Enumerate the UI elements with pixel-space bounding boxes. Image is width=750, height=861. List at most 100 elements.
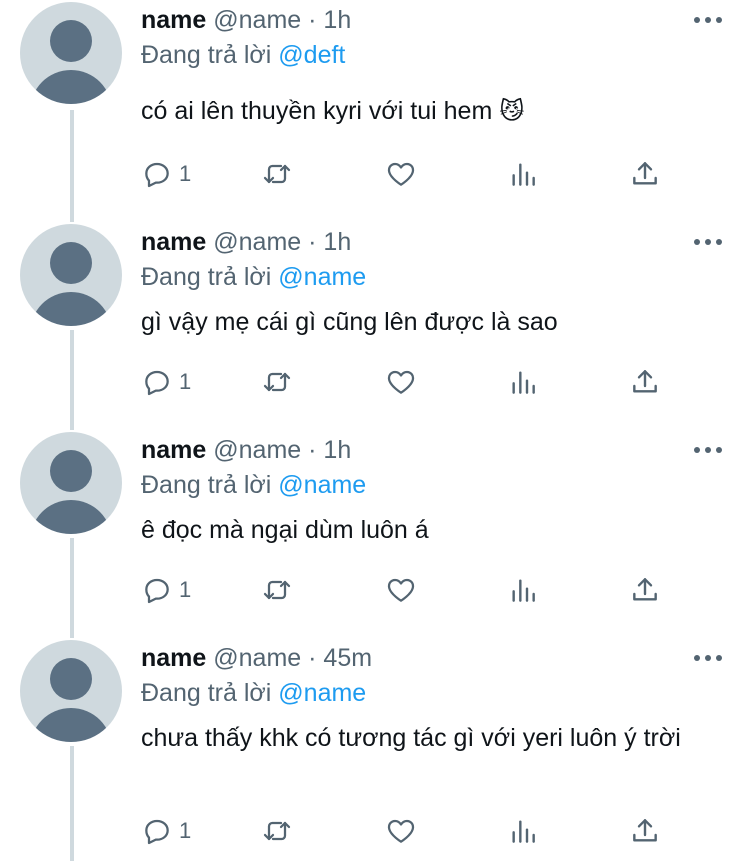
reply-button[interactable]: 1 bbox=[141, 573, 191, 607]
username[interactable]: @name bbox=[213, 436, 301, 464]
reply-count: 1 bbox=[179, 161, 192, 186]
retweet-button[interactable] bbox=[261, 814, 293, 848]
heart-icon bbox=[387, 819, 415, 843]
tweet-text-content: gì vậy mẹ cái gì cũng lên được là sao bbox=[141, 308, 558, 336]
timestamp[interactable]: 45m bbox=[323, 644, 372, 672]
more-icon[interactable] bbox=[694, 232, 722, 252]
default-avatar-icon[interactable] bbox=[20, 224, 122, 326]
share-button[interactable] bbox=[629, 573, 661, 607]
reply-count: 1 bbox=[179, 369, 192, 394]
share-button[interactable] bbox=[629, 814, 661, 848]
tweet-text: có ai lên thuyền kyri với tui hem 😼 bbox=[141, 95, 731, 128]
retweet-icon bbox=[263, 821, 291, 841]
retweet-button[interactable] bbox=[261, 365, 293, 399]
reply-icon bbox=[145, 578, 169, 604]
replying-prefix: Đang trả lời bbox=[141, 41, 272, 69]
username[interactable]: @name bbox=[213, 6, 301, 34]
tweet-text: gì vậy mẹ cái gì cũng lên được là sao bbox=[141, 306, 731, 339]
share-icon bbox=[633, 162, 657, 185]
tweet-actions: 1 bbox=[141, 365, 671, 399]
tweet-actions: 1 bbox=[141, 573, 671, 607]
share-icon bbox=[633, 578, 657, 601]
retweet-icon bbox=[263, 372, 291, 392]
share-icon bbox=[633, 370, 657, 393]
reply-button[interactable]: 1 bbox=[141, 157, 191, 191]
analytics-icon bbox=[512, 579, 535, 602]
like-button[interactable] bbox=[385, 365, 417, 399]
more-icon[interactable] bbox=[694, 440, 722, 460]
mention-link[interactable]: @name bbox=[278, 471, 366, 499]
heart-icon bbox=[387, 162, 415, 186]
display-name[interactable]: name bbox=[141, 228, 206, 256]
mention-link[interactable]: @name bbox=[278, 679, 366, 707]
analytics-button[interactable] bbox=[507, 814, 539, 848]
tweet[interactable]: name @name · 1h Đang trả lời @name gì vậ… bbox=[0, 222, 750, 422]
more-icon[interactable] bbox=[694, 648, 722, 668]
default-avatar-icon[interactable] bbox=[20, 2, 122, 104]
like-button[interactable] bbox=[385, 814, 417, 848]
reply-icon bbox=[145, 370, 169, 396]
tweet-header: name @name · 1h bbox=[141, 226, 351, 258]
tweet-header: name @name · 45m bbox=[141, 642, 372, 674]
like-button[interactable] bbox=[385, 573, 417, 607]
separator-dot: · bbox=[308, 436, 317, 464]
mention-link[interactable]: @name bbox=[278, 263, 366, 291]
analytics-icon bbox=[512, 820, 535, 843]
cat-emoji: 😼 bbox=[499, 98, 525, 125]
analytics-button[interactable] bbox=[507, 365, 539, 399]
timestamp[interactable]: 1h bbox=[323, 228, 351, 256]
tweet[interactable]: name @name · 1h Đang trả lời @name ê đọc… bbox=[0, 430, 750, 630]
reply-count: 1 bbox=[179, 818, 192, 843]
timestamp[interactable]: 1h bbox=[323, 6, 351, 34]
analytics-button[interactable] bbox=[507, 157, 539, 191]
tweet-header: name @name · 1h bbox=[141, 434, 351, 466]
share-icon bbox=[633, 819, 657, 842]
separator-dot: · bbox=[308, 228, 317, 256]
display-name[interactable]: name bbox=[141, 436, 206, 464]
heart-icon bbox=[387, 370, 415, 394]
analytics-button[interactable] bbox=[507, 573, 539, 607]
tweet[interactable]: name @name · 45m Đang trả lời @name chưa… bbox=[0, 638, 750, 861]
replying-prefix: Đang trả lời bbox=[141, 471, 272, 499]
retweet-button[interactable] bbox=[261, 157, 293, 191]
username[interactable]: @name bbox=[213, 644, 301, 672]
reply-icon bbox=[145, 819, 169, 845]
tweet-actions: 1 bbox=[141, 814, 671, 848]
default-avatar-icon[interactable] bbox=[20, 432, 122, 534]
tweet-text: ê đọc mà ngại dùm luôn á bbox=[141, 514, 731, 547]
tweet-header: name @name · 1h bbox=[141, 4, 351, 36]
tweet[interactable]: name @name · 1h Đang trả lời @deft có ai… bbox=[0, 0, 750, 215]
analytics-icon bbox=[512, 371, 535, 394]
replying-to: Đang trả lời @name bbox=[141, 677, 366, 709]
separator-dot: · bbox=[308, 644, 317, 672]
replying-prefix: Đang trả lời bbox=[141, 263, 272, 291]
tweet-text-content: chưa thấy khk có tương tác gì với yeri l… bbox=[141, 724, 681, 752]
replying-to: Đang trả lời @name bbox=[141, 469, 366, 501]
share-button[interactable] bbox=[629, 157, 661, 191]
tweet-actions: 1 bbox=[141, 157, 671, 191]
heart-icon bbox=[387, 578, 415, 602]
username[interactable]: @name bbox=[213, 228, 301, 256]
analytics-icon bbox=[512, 163, 535, 186]
display-name[interactable]: name bbox=[141, 6, 206, 34]
timestamp[interactable]: 1h bbox=[323, 436, 351, 464]
retweet-icon bbox=[263, 164, 291, 184]
default-avatar-icon[interactable] bbox=[20, 640, 122, 742]
retweet-button[interactable] bbox=[261, 573, 293, 607]
reply-button[interactable]: 1 bbox=[141, 814, 191, 848]
replying-to: Đang trả lời @name bbox=[141, 261, 366, 293]
reply-button[interactable]: 1 bbox=[141, 365, 191, 399]
separator-dot: · bbox=[308, 6, 317, 34]
share-button[interactable] bbox=[629, 365, 661, 399]
replying-to: Đang trả lời @deft bbox=[141, 39, 345, 71]
reply-icon bbox=[145, 162, 169, 188]
display-name[interactable]: name bbox=[141, 644, 206, 672]
retweet-icon bbox=[263, 580, 291, 600]
tweet-text-content: ê đọc mà ngại dùm luôn á bbox=[141, 516, 429, 544]
like-button[interactable] bbox=[385, 157, 417, 191]
more-icon[interactable] bbox=[694, 10, 722, 30]
tweet-text-content: có ai lên thuyền kyri với tui hem bbox=[141, 97, 493, 125]
reply-count: 1 bbox=[179, 577, 192, 602]
mention-link[interactable]: @deft bbox=[278, 41, 345, 69]
tweet-text: chưa thấy khk có tương tác gì với yeri l… bbox=[141, 722, 731, 755]
